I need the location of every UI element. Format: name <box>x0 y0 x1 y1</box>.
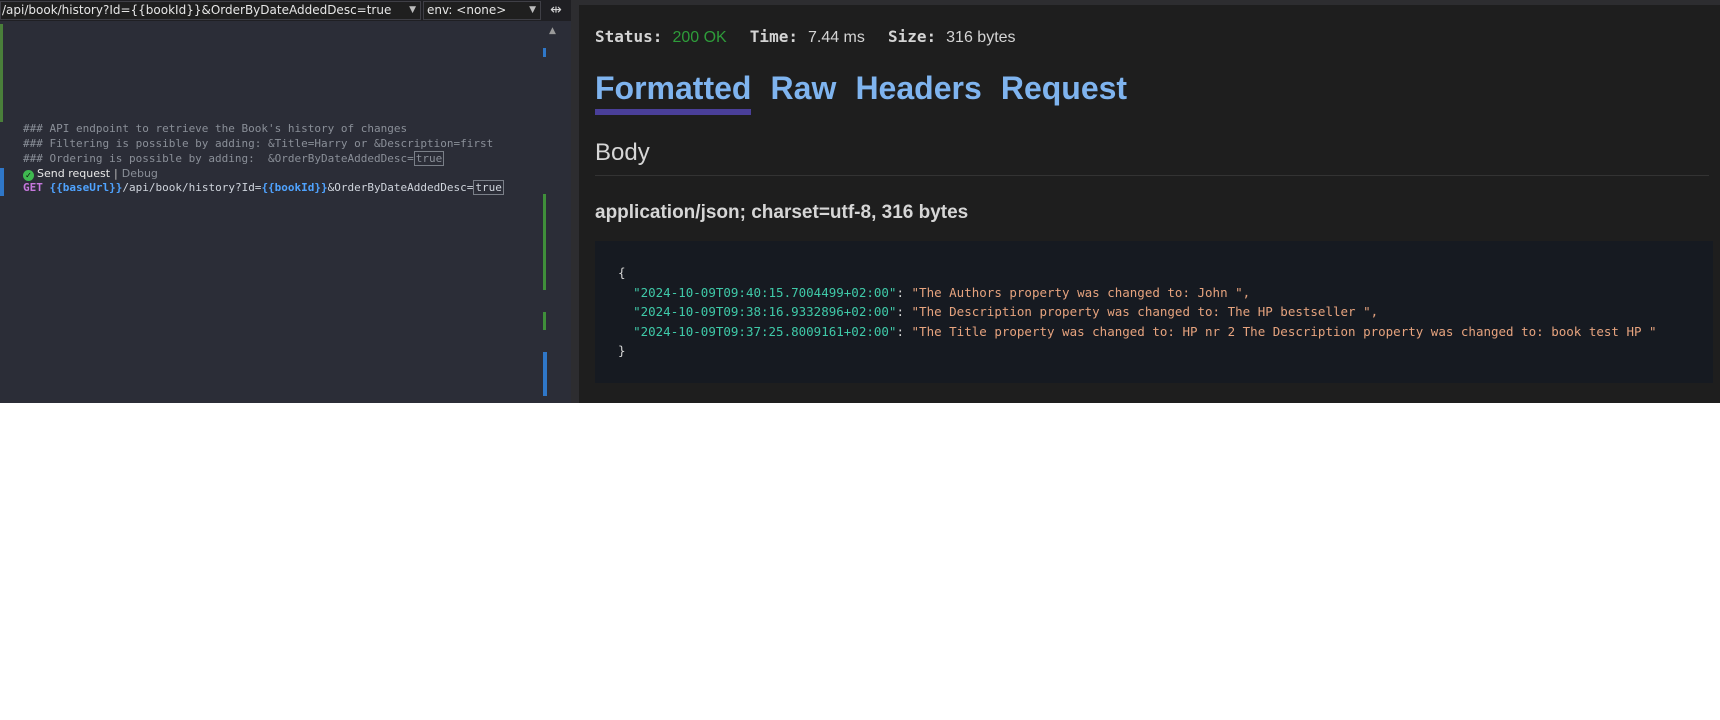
request-query: &OrderByDateAddedDesc= <box>327 181 474 194</box>
request-path: /api/book/history?Id= <box>122 181 262 194</box>
codelens-bar: ✓ Send request | Debug <box>23 167 158 181</box>
json-value: "The Authors property was changed to: Jo… <box>911 284 1251 300</box>
content-type-label: application/json; charset=utf-8, 316 byt… <box>595 202 969 223</box>
chevron-down-icon[interactable]: ▼ <box>409 2 416 19</box>
split-view-icon[interactable]: ⇹ <box>546 1 566 20</box>
json-content: { "2024-10-09T09:40:15.7004499+02:00": "… <box>618 265 1657 358</box>
comment-line-3: ### Ordering is possible by adding: &Ord… <box>23 151 445 166</box>
gutter-marker <box>0 168 4 196</box>
change-margin-bar <box>0 24 3 122</box>
tab-request[interactable]: Request <box>1001 70 1127 115</box>
response-top-strip <box>579 0 1720 5</box>
response-pane: Status: 200 OK Time: 7.44 ms Size: 316 byte… <box>579 0 1720 403</box>
json-close-brace: } <box>618 343 626 358</box>
debug-link[interactable]: Debug <box>122 167 158 180</box>
chevron-down-icon[interactable]: ▼ <box>529 2 536 19</box>
send-request-link[interactable]: Send request <box>37 167 110 180</box>
http-method: GET <box>23 181 43 194</box>
time-value: 7.44 ms <box>807 29 865 46</box>
response-summary: Status: 200 OK Time: 7.44 ms Size: 316 byte… <box>595 27 1034 47</box>
environment-dropdown[interactable]: env: <none> ▼ <box>423 1 541 20</box>
environment-value: env: <none> <box>427 3 507 17</box>
json-body-panel: { "2024-10-09T09:40:15.7004499+02:00": "… <box>595 241 1713 383</box>
json-value: "The Title property was changed to: HP n… <box>911 323 1657 339</box>
response-tabs: Formatted Raw Headers Request <box>595 70 1141 115</box>
scroll-marker <box>543 352 547 396</box>
comment-line-3-text: ### Ordering is possible by adding: &Ord… <box>23 152 414 165</box>
time-label: Time: <box>749 27 798 46</box>
comment-highlight-value: true <box>413 151 445 166</box>
tab-raw[interactable]: Raw <box>771 70 837 115</box>
check-circle-icon: ✓ <box>23 170 34 181</box>
pane-splitter[interactable] <box>571 0 579 403</box>
json-open-brace: { <box>618 265 626 280</box>
request-line[interactable]: GET {{baseUrl}}/api/book/history?Id={{bo… <box>23 180 504 195</box>
size-value: 316 bytes <box>946 29 1016 46</box>
scroll-marker <box>543 312 546 330</box>
request-url-value: /api/book/history?Id={{bookId}}&OrderByD… <box>2 3 392 17</box>
base-url-variable: {{baseUrl}} <box>49 181 123 194</box>
comment-line-1: ### API endpoint to retrieve the Book's … <box>23 122 408 135</box>
tab-headers[interactable]: Headers <box>855 70 981 115</box>
tab-formatted[interactable]: Formatted <box>595 70 752 115</box>
status-value: 200 OK <box>672 29 727 46</box>
http-editor-pane[interactable]: /api/book/history?Id={{bookId}}&OrderByD… <box>0 0 571 403</box>
editor-toolbar: /api/book/history?Id={{bookId}}&OrderByD… <box>0 0 571 21</box>
request-url-dropdown[interactable]: /api/book/history?Id={{bookId}}&OrderByD… <box>0 1 421 20</box>
json-key: "2024-10-09T09:37:25.8009161+02:00" <box>633 323 897 339</box>
status-label: Status: <box>595 27 663 46</box>
scroll-up-arrow-icon[interactable]: ▲ <box>549 26 556 36</box>
body-heading: Body <box>595 139 650 166</box>
json-key: "2024-10-09T09:40:15.7004499+02:00" <box>633 284 897 300</box>
scroll-marker <box>543 48 546 57</box>
book-id-variable: {{bookId}} <box>261 181 328 194</box>
json-key: "2024-10-09T09:38:16.9332896+02:00" <box>633 304 897 319</box>
comment-line-2: ### Filtering is possible by adding: &Ti… <box>23 137 494 150</box>
scroll-marker <box>543 194 546 290</box>
query-highlight-value: true <box>473 180 504 195</box>
size-label: Size: <box>887 27 937 46</box>
json-value: "The Description property was changed to… <box>911 304 1379 319</box>
section-divider <box>595 175 1709 176</box>
codelens-separator: | <box>114 167 118 180</box>
